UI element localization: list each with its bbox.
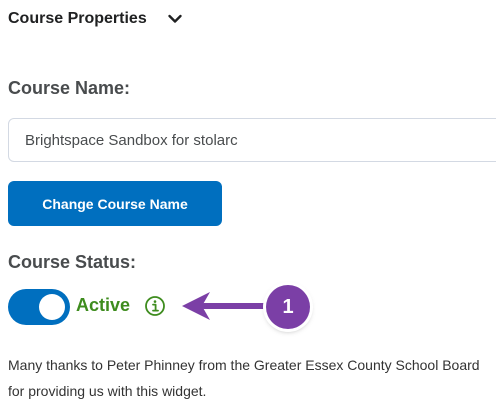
annotation-number: 1 <box>282 295 294 318</box>
acknowledgement-text: Many thanks to Peter Phinney from the Gr… <box>8 357 480 399</box>
course-name-input[interactable] <box>8 118 496 162</box>
section-title: Course Properties <box>8 10 147 27</box>
annotation-marker: 1 <box>266 285 310 329</box>
course-status-label: Course Status: <box>8 252 137 272</box>
info-circle-icon[interactable] <box>144 295 166 317</box>
course-properties-page: Course Properties Course Name: Change Co… <box>0 0 496 400</box>
course-name-label: Course Name: <box>8 78 131 98</box>
arrow-left-icon <box>178 290 281 322</box>
course-properties-header[interactable]: Course Properties <box>8 6 183 32</box>
toggle-knob <box>39 294 65 320</box>
status-active-text: Active <box>76 295 131 315</box>
change-course-name-button[interactable]: Change Course Name <box>8 181 222 226</box>
chevron-down-icon[interactable] <box>167 11 183 27</box>
course-status-toggle[interactable] <box>8 289 70 325</box>
